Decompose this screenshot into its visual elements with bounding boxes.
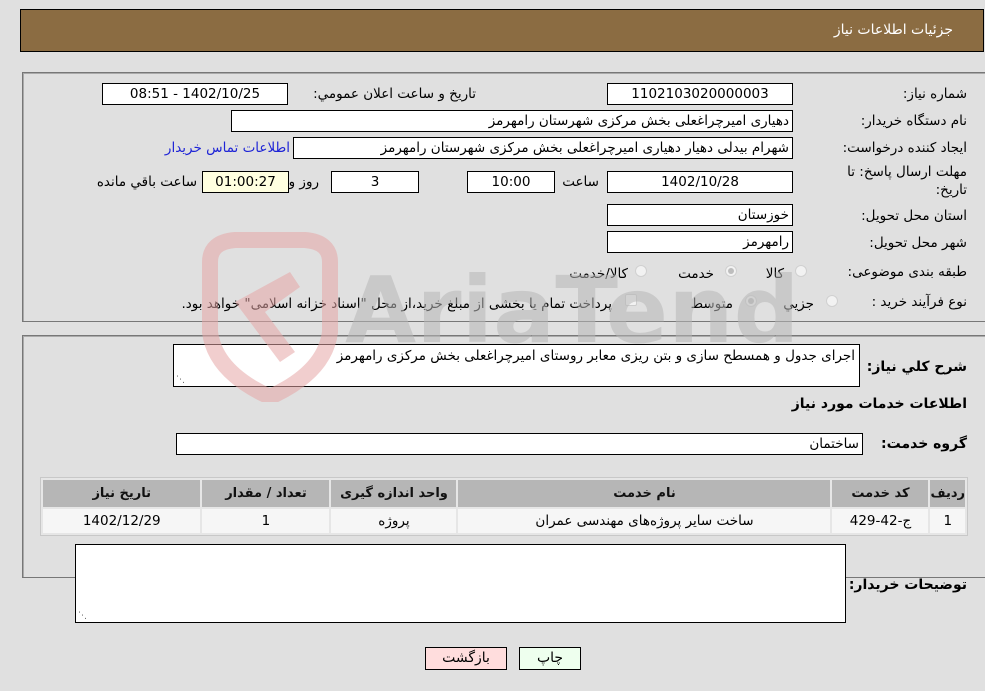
need-number-field[interactable]: 1102103020000003 <box>607 83 793 105</box>
category-service-radio[interactable] <box>725 265 737 277</box>
resize-grip-icon[interactable]: ⋰ <box>176 376 185 385</box>
cell-service-name: ساخت سایر پروژه‌های مهندسی عمران <box>458 509 831 533</box>
announce-datetime-field[interactable]: 1402/10/25 - 08:51 <box>102 83 288 105</box>
creator-field[interactable]: شهرام بیدلی دهیار دهیاری امیرچراغعلی بخش… <box>293 137 793 159</box>
col-header-quantity: تعداد / مقدار <box>202 480 330 507</box>
buyer-org-label: نام دستگاه خریدار: <box>860 113 967 129</box>
services-table: ردیف کد خدمت نام خدمت واحد اندازه گیری ت… <box>40 477 968 536</box>
province-label: استان محل تحویل: <box>861 208 967 224</box>
print-button[interactable]: چاپ <box>519 647 581 670</box>
category-service-label: خدمت <box>678 266 714 282</box>
purchase-type-medium-radio[interactable] <box>745 295 757 307</box>
city-field[interactable]: رامهرمز <box>607 231 793 253</box>
remaining-time-label: ساعت باقي مانده <box>96 174 197 190</box>
treasury-checkbox[interactable] <box>625 294 637 306</box>
announce-label: تاریخ و ساعت اعلان عمومي: <box>313 86 476 102</box>
category-goods-service-radio[interactable] <box>635 265 647 277</box>
buyer-notes-label: توضیحات خریدار: <box>848 577 967 593</box>
service-group-label: گروه خدمت: <box>881 436 967 452</box>
buyer-contact-link[interactable]: اطلاعات تماس خریدار <box>165 140 290 156</box>
purchase-type-minor-label: جزيي <box>783 296 814 312</box>
back-button[interactable]: بازگشت <box>425 647 507 670</box>
need-number-label: شماره نیاز: <box>902 86 967 102</box>
purchase-type-medium-label: متوسط <box>690 296 733 312</box>
category-goods-service-label: کالا/خدمت <box>569 266 628 282</box>
deadline-label-line1: مهلت ارسال پاسخ: تا <box>847 164 967 180</box>
creator-label: ایجاد کننده درخواست: <box>842 140 967 156</box>
table-header-row: ردیف کد خدمت نام خدمت واحد اندازه گیری ت… <box>43 480 965 507</box>
category-goods-radio[interactable] <box>795 265 807 277</box>
category-label: طبقه بندی موضوعی: <box>847 264 967 280</box>
description-label: شرح کلي نیاز: <box>866 359 967 375</box>
remaining-time-field[interactable]: 01:00:27 <box>202 171 289 193</box>
col-header-need-date: تاریخ نیاز <box>43 480 201 507</box>
treasury-note: پرداخت تمام یا بخشی از مبلغ خرید،از محل … <box>181 296 612 312</box>
col-header-row-number: ردیف <box>930 480 965 507</box>
cell-need-date: 1402/12/29 <box>43 509 201 533</box>
buyer-notes-textarea[interactable]: ⋰ <box>75 544 846 623</box>
purchase-type-minor-radio[interactable] <box>826 295 838 307</box>
service-group-field[interactable]: ساختمان <box>176 433 863 455</box>
purchase-type-label: نوع فرآیند خرید : <box>871 294 967 310</box>
buyer-org-field[interactable]: دهیاری امیرچراغعلی بخش مرکزی شهرستان رام… <box>231 110 793 132</box>
description-text: اجرای جدول و همسطح سازی و بتن ریزی معابر… <box>336 348 855 364</box>
col-header-service-code: کد خدمت <box>832 480 929 507</box>
province-field[interactable]: خوزستان <box>607 204 793 226</box>
deadline-time-field[interactable]: 10:00 <box>467 171 555 193</box>
category-goods-label: کالا <box>765 266 784 282</box>
city-label: شهر محل تحویل: <box>869 235 967 251</box>
cell-row-number: 1 <box>930 509 965 533</box>
description-textarea[interactable]: اجرای جدول و همسطح سازی و بتن ریزی معابر… <box>173 344 860 387</box>
deadline-label-line2: تاریخ: <box>935 182 967 198</box>
services-heading: اطلاعات خدمات مورد نیاز <box>791 396 967 412</box>
col-header-unit: واحد اندازه گیری <box>331 480 457 507</box>
cell-service-code: ج-42-429 <box>832 509 929 533</box>
deadline-time-label: ساعت <box>562 174 599 190</box>
deadline-date-field[interactable]: 1402/10/28 <box>607 171 793 193</box>
resize-grip-icon[interactable]: ⋰ <box>78 612 87 621</box>
col-header-service-name: نام خدمت <box>458 480 831 507</box>
page-header: جزئیات اطلاعات نیاز <box>20 9 984 52</box>
remaining-days-field[interactable]: 3 <box>331 171 419 193</box>
cell-unit: پروژه <box>331 509 457 533</box>
table-row: 1 ج-42-429 ساخت سایر پروژه‌های مهندسی عم… <box>43 509 965 533</box>
page-title: جزئیات اطلاعات نیاز <box>833 22 953 38</box>
days-label: روز و <box>288 174 319 190</box>
cell-quantity: 1 <box>202 509 330 533</box>
